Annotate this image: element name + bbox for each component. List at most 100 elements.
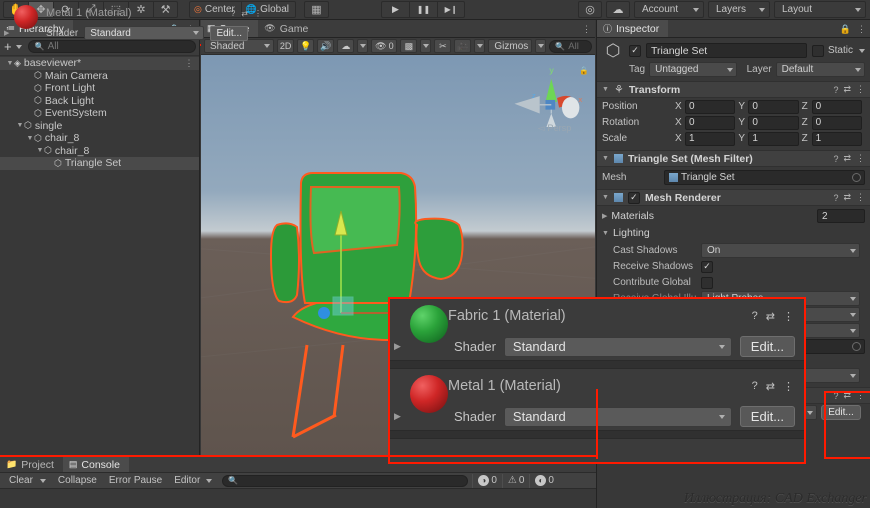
preset-icon[interactable]: ⇄	[766, 380, 775, 393]
log-counter[interactable]: ◑ 0	[472, 473, 502, 488]
axis-y-input[interactable]: 0	[748, 115, 799, 130]
edit-shader-button[interactable]: Edit...	[739, 336, 795, 357]
help-icon[interactable]: ?	[752, 380, 758, 392]
warning-counter[interactable]: ⚠ 0	[501, 473, 530, 488]
foldout-icon[interactable]: ▼	[602, 155, 609, 162]
gizmos-chevron[interactable]	[535, 39, 547, 53]
hierarchy-item-chair-8[interactable]: ▼ ⬡ chair_8	[0, 145, 199, 158]
meshfilter-component-header[interactable]: ▼ Triangle Set (Mesh Filter) ? ⇄ ⋮	[597, 150, 870, 167]
scene-camera-dropdown[interactable]	[474, 39, 486, 53]
tag-dropdown[interactable]: Untagged	[649, 62, 737, 77]
edit-shader-button[interactable]: Edit...	[210, 25, 249, 41]
axis-x-input[interactable]: 0	[685, 99, 736, 114]
axis-x-input[interactable]: 0	[685, 115, 736, 130]
chevron-down-icon[interactable]	[15, 44, 22, 49]
edit-shader-button[interactable]: Edit...	[739, 406, 795, 427]
materials-count-field[interactable]: 2	[817, 209, 865, 223]
mesh-object-field[interactable]: Triangle Set	[664, 169, 865, 185]
foldout-icon[interactable]: ▼	[26, 135, 34, 142]
hierarchy-item-single[interactable]: ▼ ⬡ single	[0, 120, 199, 133]
grid-snap-button[interactable]: ▦	[304, 1, 329, 18]
materials-foldout[interactable]: ▶ Materials 2	[602, 209, 865, 223]
scene-grid-dropdown[interactable]	[420, 39, 432, 53]
2d-toggle-button[interactable]: 2D	[276, 39, 295, 53]
transform-component-header[interactable]: ▼ ⚘ Transform ? ⇄ ⋮	[597, 81, 870, 98]
scene-audio-toggle[interactable]: 🔊	[317, 39, 335, 53]
help-icon[interactable]: ?	[833, 391, 838, 401]
help-icon[interactable]: ?	[833, 193, 838, 203]
axis-z-input[interactable]: 1	[811, 131, 862, 146]
scene-lighting-toggle[interactable]: 💡	[297, 39, 315, 53]
hierarchy-item-main-camera[interactable]: ⬡ Main Camera	[0, 70, 199, 83]
scene-fx-button[interactable]: ☁	[337, 39, 355, 53]
lighting-foldout[interactable]: ▼ Lighting	[602, 226, 865, 240]
error-counter[interactable]: ◐ 0	[529, 473, 559, 488]
axis-x-input[interactable]: 1	[685, 131, 736, 146]
shader-dropdown[interactable]: Standard	[503, 336, 732, 357]
contribute-global-checkbox[interactable]	[701, 276, 713, 289]
cast-shadows-dropdown[interactable]: On	[701, 243, 860, 258]
preset-icon[interactable]: ⇄	[843, 192, 851, 203]
static-toggle[interactable]: Static	[811, 44, 865, 57]
kebab-icon[interactable]: ⋮	[856, 390, 865, 401]
foldout-icon[interactable]: ▼	[602, 86, 609, 93]
hierarchy-item-eventsystem[interactable]: ⬡ EventSystem	[0, 107, 199, 120]
axis-z-input[interactable]: 0	[811, 115, 862, 130]
foldout-icon[interactable]: ▼	[6, 60, 14, 67]
hierarchy-item-triangle-set[interactable]: ⬡ Triangle Set	[0, 157, 199, 170]
kebab-icon[interactable]: ⋮	[185, 58, 195, 69]
foldout-icon[interactable]: ▶	[394, 341, 401, 352]
preset-icon[interactable]: ⇄	[766, 310, 775, 323]
help-icon[interactable]: ?	[833, 85, 838, 95]
help-icon[interactable]: ?	[833, 154, 838, 164]
receive-shadows-checkbox[interactable]: ✓	[701, 260, 713, 273]
object-enabled-checkbox[interactable]: ✓	[629, 44, 641, 57]
lock-icon[interactable]: 🔒	[840, 24, 851, 35]
collapse-button[interactable]: Collapse	[52, 474, 103, 488]
play-button[interactable]: ▶	[381, 1, 409, 18]
error-pause-button[interactable]: Error Pause	[103, 474, 168, 488]
foldout-icon[interactable]: ▶	[4, 29, 9, 37]
hierarchy-item-front-light[interactable]: ⬡ Front Light	[0, 82, 199, 95]
pause-button[interactable]: ❚❚	[409, 1, 437, 18]
hierarchy-item-baseviewer-[interactable]: ▼ ◈ baseviewer* ⋮	[0, 57, 199, 70]
scene-grid-button[interactable]: ▩	[400, 39, 418, 53]
kebab-icon[interactable]: ⋮	[856, 192, 865, 203]
meshrenderer-component-header[interactable]: ▼ ✓ Mesh Renderer ? ⇄ ⋮	[597, 189, 870, 206]
console-search-input[interactable]: 🔍	[222, 474, 469, 487]
hierarchy-tree[interactable]: ▼ ◈ baseviewer* ⋮ ⬡ Main Camera ⬡ Front Light ⬡ B…	[0, 57, 199, 455]
axis-z-input[interactable]: 0	[811, 99, 862, 114]
axis-y-input[interactable]: 1	[748, 131, 799, 146]
kebab-icon[interactable]: ⋮	[856, 153, 865, 164]
object-picker-icon[interactable]	[852, 172, 861, 182]
layers-dropdown[interactable]: Layers	[708, 1, 770, 18]
preset-icon[interactable]: ⇄	[843, 390, 851, 401]
material-header[interactable]: Fabric 1 (Material)? ⇄ ⋮	[390, 299, 804, 343]
clear-button[interactable]: Clear	[3, 474, 52, 488]
preset-icon[interactable]: ⇄	[843, 84, 851, 95]
step-button[interactable]: ▶❙	[437, 1, 465, 18]
scene-fx-dropdown[interactable]	[357, 39, 369, 53]
kebab-icon[interactable]: ⋮	[857, 24, 866, 35]
gizmos-dropdown[interactable]: Gizmos	[488, 39, 533, 53]
shader-dropdown[interactable]: Standard	[84, 26, 205, 40]
kebab-icon[interactable]: ⋮	[783, 310, 794, 323]
occluded-edit-button[interactable]: Edit...	[821, 405, 861, 420]
kebab-icon[interactable]: ⋮	[856, 84, 865, 95]
foldout-icon[interactable]: ▶	[602, 212, 607, 220]
hierarchy-item-back-light[interactable]: ⬡ Back Light	[0, 95, 199, 108]
preset-icon[interactable]: ⇄	[241, 9, 248, 18]
foldout-icon[interactable]: ▼	[16, 122, 24, 129]
tab-inspector[interactable]: ⓘ Inspector	[597, 20, 669, 37]
hierarchy-item-chair-8[interactable]: ▼ ⬡ chair_8	[0, 132, 199, 145]
foldout-icon[interactable]: ▶	[394, 411, 401, 422]
foldout-icon[interactable]: ▼	[36, 147, 44, 154]
object-name-input[interactable]: Triangle Set	[646, 43, 807, 58]
kebab-icon[interactable]: ⋮	[582, 24, 591, 35]
meshrenderer-enabled-checkbox[interactable]: ✓	[627, 191, 640, 204]
static-checkbox[interactable]	[811, 44, 824, 57]
scene-tools-button[interactable]: ✂	[434, 39, 452, 53]
console-log-area[interactable]	[0, 489, 596, 508]
object-picker-icon[interactable]	[852, 342, 861, 351]
layer-dropdown[interactable]: Default	[775, 62, 865, 77]
